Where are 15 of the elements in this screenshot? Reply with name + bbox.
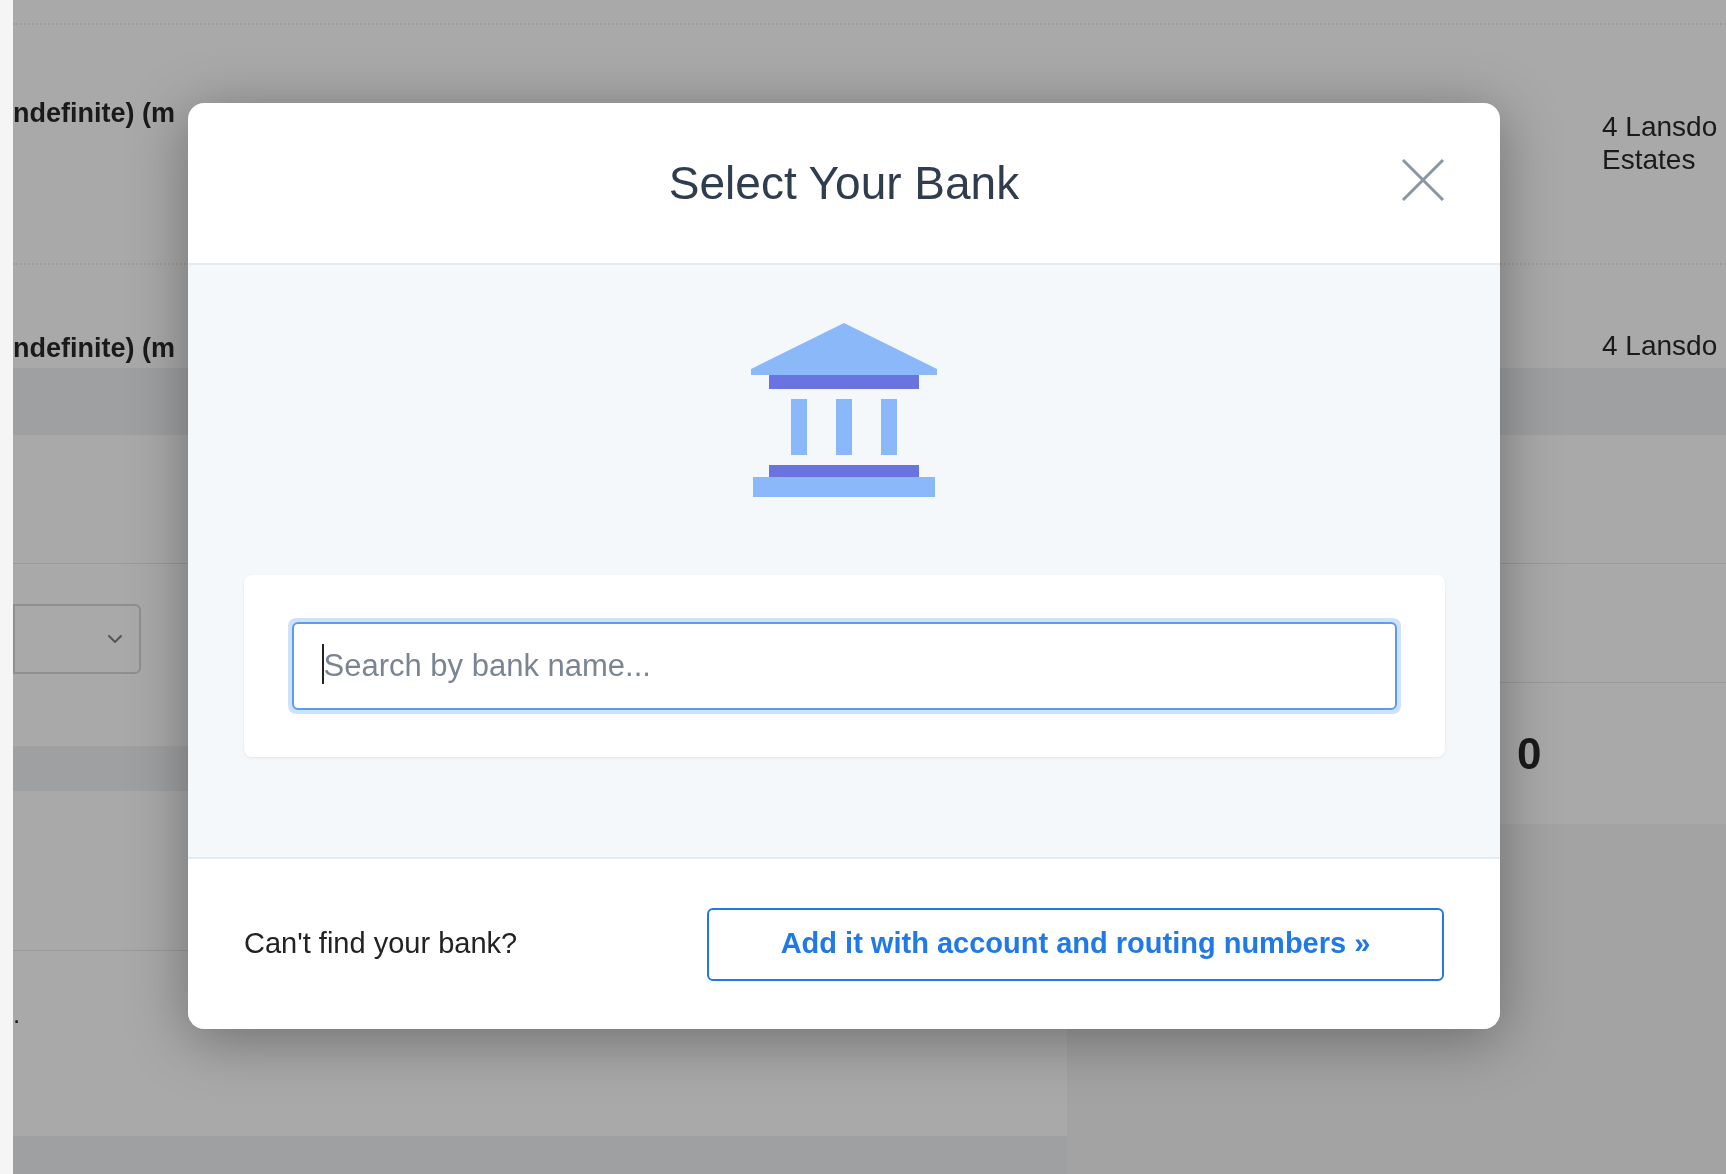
search-field[interactable]: Search by bank name... [291, 622, 1397, 710]
row-text: ndefinite) (m [13, 100, 175, 130]
add-manually-button[interactable]: Add it with account and routing numbers » [707, 907, 1444, 981]
dialog-title: Select Your Bank [668, 155, 1020, 211]
text-cursor [321, 644, 324, 684]
close-icon [1401, 158, 1445, 202]
close-button[interactable] [1400, 157, 1446, 203]
dot-text: . [13, 1001, 22, 1027]
footer-prompt: Can't find your bank? [244, 926, 518, 962]
address-line: Estates [1602, 143, 1697, 176]
address-line: 4 Lansdo [1602, 329, 1719, 362]
row-text: ndefinite) (m [13, 335, 175, 362]
bank-icon [751, 323, 937, 497]
address-line: 4 Lansdo [1602, 110, 1719, 143]
amount-text: 0 [1517, 731, 1542, 776]
